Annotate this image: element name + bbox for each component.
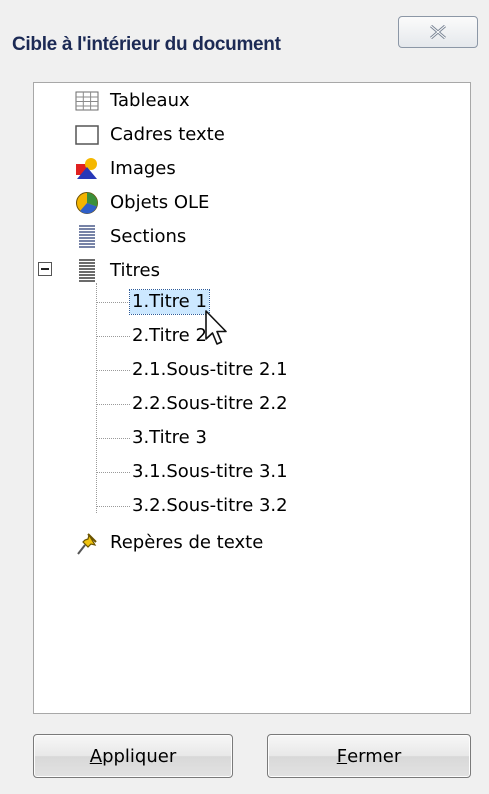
headings-icon [74, 258, 100, 284]
collapse-toggle[interactable] [38, 262, 52, 276]
tree-item-tables[interactable]: Tableaux [74, 85, 190, 117]
table-icon [74, 88, 100, 114]
frame-icon [74, 122, 100, 148]
tree-guide-line [96, 336, 130, 337]
tree-item-images[interactable]: Images [74, 153, 176, 185]
tree-item-ole-objects[interactable]: Objets OLE [74, 187, 209, 219]
tree-item-heading[interactable]: 3.Titre 3 [130, 422, 209, 454]
tree-item-heading[interactable]: 3.1.Sous-titre 3.1 [130, 456, 290, 488]
tree-item-heading[interactable]: 3.2.Sous-titre 3.2 [130, 490, 290, 522]
tree-item-text-frames[interactable]: Cadres texte [74, 119, 225, 151]
tree-guide-line [96, 404, 130, 405]
tree-item-sections[interactable]: Sections [74, 221, 186, 253]
dialog-title: Cible à l'intérieur du document [12, 34, 281, 55]
tree-item-bookmarks[interactable]: Repères de texte [74, 527, 263, 559]
tree-guide-line [96, 438, 130, 439]
tree-guide-line [96, 370, 130, 371]
tree-guide-line [96, 283, 97, 513]
tree-guide-line [96, 506, 130, 507]
ole-object-icon [74, 190, 100, 216]
title-bar: Cible à l'intérieur du document [0, 0, 489, 78]
tree-item-heading[interactable]: 2.1.Sous-titre 2.1 [130, 354, 290, 386]
tree-item-headings[interactable]: Titres [74, 255, 160, 287]
tree-item-heading[interactable]: 1.Titre 1 [129, 286, 210, 318]
apply-button[interactable]: Appliquer [33, 734, 233, 778]
bookmark-pin-icon [74, 530, 100, 556]
tree-guide-line [96, 302, 130, 303]
images-icon [74, 156, 100, 182]
close-icon [430, 25, 446, 39]
sections-icon [74, 224, 100, 250]
close-window-button[interactable] [398, 16, 478, 48]
tree-item-heading[interactable]: 2.Titre 2 [130, 320, 209, 352]
navigator-tree[interactable]: Tableaux Cadres texte Images Objets OLE … [33, 82, 471, 714]
tree-item-heading[interactable]: 2.2.Sous-titre 2.2 [130, 388, 290, 420]
mouse-cursor-icon [205, 310, 227, 345]
close-button[interactable]: Fermer [267, 734, 471, 778]
tree-guide-line [96, 472, 130, 473]
